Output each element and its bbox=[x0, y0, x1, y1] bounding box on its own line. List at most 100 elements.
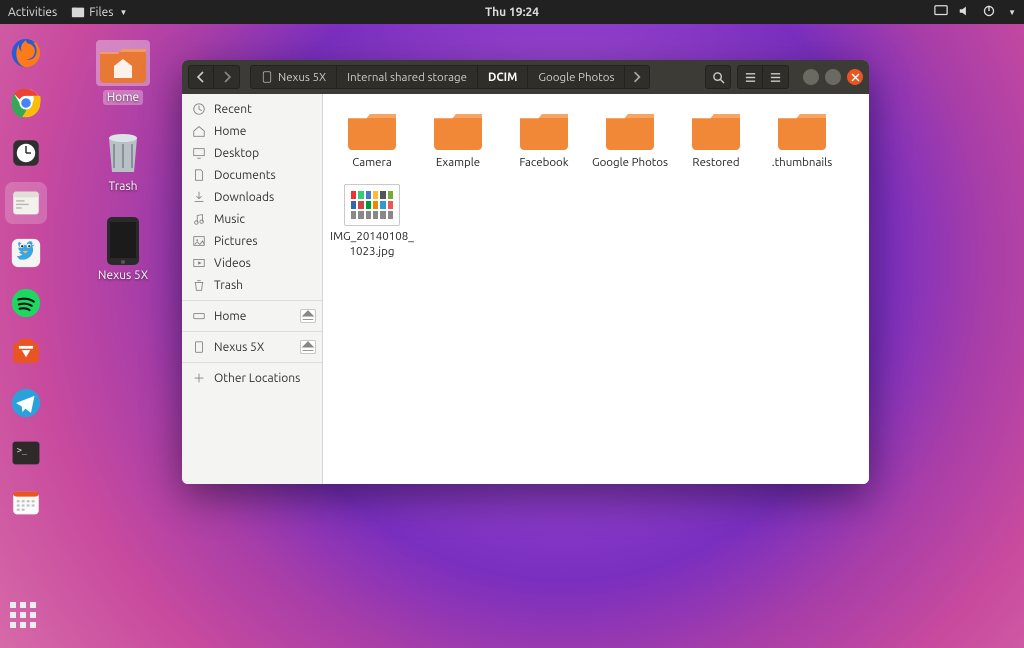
folder-icon bbox=[345, 108, 399, 152]
item-label: Facebook bbox=[519, 156, 568, 170]
folder-item[interactable]: Camera bbox=[329, 104, 415, 180]
search-icon bbox=[712, 71, 725, 84]
crumb-nexus5x[interactable]: Nexus 5X bbox=[251, 65, 337, 89]
desktop-icon-nexus5x[interactable]: Nexus 5X bbox=[78, 218, 168, 283]
dock-telegram[interactable] bbox=[5, 382, 47, 424]
folder-item[interactable]: Restored bbox=[673, 104, 759, 180]
sidebar-item-music[interactable]: Music bbox=[182, 208, 322, 230]
window-close[interactable] bbox=[847, 69, 863, 85]
files-icon bbox=[71, 5, 85, 19]
sidebar-item-label: Nexus 5X bbox=[214, 341, 264, 354]
sidebar-item-label: Home bbox=[214, 125, 246, 138]
forward-button[interactable] bbox=[214, 65, 240, 89]
app-menu[interactable]: Files ▼ bbox=[71, 5, 127, 19]
sidebar-item-nexus5x[interactable]: Nexus 5X bbox=[182, 336, 322, 358]
desktop-icon-trash[interactable]: Trash bbox=[78, 129, 168, 194]
list-icon bbox=[744, 71, 757, 84]
top-bar: Activities Files ▼ Thu 19:24 ▼ bbox=[0, 0, 1024, 24]
sidebar-item-pictures[interactable]: Pictures bbox=[182, 230, 322, 252]
folder-icon bbox=[603, 108, 657, 152]
folder-icon bbox=[689, 108, 743, 152]
image-thumbnail bbox=[344, 184, 400, 226]
dock-firefox[interactable] bbox=[5, 32, 47, 74]
folder-item[interactable]: Facebook bbox=[501, 104, 587, 180]
item-label: IMG_20140108_1023.jpg bbox=[329, 230, 415, 259]
phone-icon bbox=[192, 340, 206, 354]
header-bar: Nexus 5X Internal shared storage DCIM Go… bbox=[182, 60, 869, 94]
sidebar-item-home[interactable]: Home bbox=[182, 120, 322, 142]
chevron-down-icon: ▼ bbox=[119, 8, 127, 17]
sidebar-item-documents[interactable]: Documents bbox=[182, 164, 322, 186]
sidebar-item-videos[interactable]: Videos bbox=[182, 252, 322, 274]
sidebar-item-recent[interactable]: Recent bbox=[182, 98, 322, 120]
item-label: Google Photos bbox=[592, 156, 668, 170]
search-button[interactable] bbox=[705, 65, 731, 89]
dock-corebird[interactable] bbox=[5, 232, 47, 274]
crumb-google-photos[interactable]: Google Photos bbox=[528, 65, 625, 89]
sidebar-item-label: Downloads bbox=[214, 191, 274, 204]
item-label: Camera bbox=[352, 156, 392, 170]
downloads-icon bbox=[192, 190, 206, 204]
desktop-icon-label: Nexus 5X bbox=[94, 268, 152, 283]
dock-spotify[interactable] bbox=[5, 282, 47, 324]
sidebar-item-label: Recent bbox=[214, 103, 252, 116]
eject-button[interactable] bbox=[300, 340, 316, 354]
icon-view[interactable]: Camera Example Facebook Google Photos Restor… bbox=[323, 94, 869, 484]
window-minimize[interactable] bbox=[803, 69, 819, 85]
sidebar: Recent Home Desktop Documents Downloads … bbox=[182, 94, 323, 484]
eject-icon bbox=[301, 309, 315, 323]
dock-software[interactable] bbox=[5, 332, 47, 374]
desktop-icon bbox=[192, 146, 206, 160]
dock-clock[interactable] bbox=[5, 132, 47, 174]
power-icon[interactable] bbox=[982, 4, 996, 21]
activities-button[interactable]: Activities bbox=[8, 6, 57, 19]
eject-button[interactable] bbox=[300, 309, 316, 323]
view-menu-button[interactable] bbox=[763, 65, 789, 89]
sidebar-item-home-drive[interactable]: Home bbox=[182, 305, 322, 327]
crumb-more[interactable] bbox=[625, 65, 649, 89]
dock: >_ bbox=[0, 24, 52, 648]
dock-terminal[interactable]: >_ bbox=[5, 432, 47, 474]
plus-icon bbox=[192, 371, 206, 385]
folder-item[interactable]: Google Photos bbox=[587, 104, 673, 180]
clock-icon bbox=[192, 102, 206, 116]
breadcrumb: Nexus 5X Internal shared storage DCIM Go… bbox=[250, 65, 650, 89]
sidebar-item-label: Other Locations bbox=[214, 372, 300, 385]
dock-chrome[interactable] bbox=[5, 82, 47, 124]
sidebar-item-label: Trash bbox=[214, 279, 243, 292]
desktop-icon-home[interactable]: Home bbox=[78, 40, 168, 105]
view-list-button[interactable] bbox=[737, 65, 763, 89]
sidebar-item-trash[interactable]: Trash bbox=[182, 274, 322, 296]
crumb-label: Internal shared storage bbox=[347, 71, 467, 84]
crumb-label: Nexus 5X bbox=[278, 71, 326, 84]
menu-icon bbox=[769, 71, 782, 84]
sidebar-item-label: Music bbox=[214, 213, 245, 226]
clock[interactable]: Thu 19:24 bbox=[485, 6, 539, 19]
sidebar-item-label: Desktop bbox=[214, 147, 259, 160]
volume-icon[interactable] bbox=[958, 4, 972, 21]
back-button[interactable] bbox=[188, 65, 214, 89]
dock-calendar[interactable] bbox=[5, 482, 47, 524]
crumb-label: Google Photos bbox=[538, 71, 614, 84]
crumb-dcim[interactable]: DCIM bbox=[478, 65, 528, 89]
crumb-internal[interactable]: Internal shared storage bbox=[337, 65, 478, 89]
folder-item[interactable]: Example bbox=[415, 104, 501, 180]
file-item[interactable]: IMG_20140108_1023.jpg bbox=[329, 180, 415, 269]
desktop-icon-label: Trash bbox=[104, 179, 141, 194]
sidebar-item-label: Home bbox=[214, 310, 246, 323]
show-apps-button[interactable] bbox=[10, 602, 44, 636]
window-maximize[interactable] bbox=[825, 69, 841, 85]
screen-icon[interactable] bbox=[934, 4, 948, 21]
phone-icon bbox=[261, 71, 273, 83]
eject-icon bbox=[301, 340, 315, 354]
chevron-right-icon bbox=[631, 71, 643, 83]
close-icon bbox=[851, 73, 860, 82]
trash-icon bbox=[192, 278, 206, 292]
folder-icon bbox=[431, 108, 485, 152]
home-icon bbox=[192, 124, 206, 138]
sidebar-item-desktop[interactable]: Desktop bbox=[182, 142, 322, 164]
sidebar-item-downloads[interactable]: Downloads bbox=[182, 186, 322, 208]
folder-item[interactable]: .thumbnails bbox=[759, 104, 845, 180]
dock-files[interactable] bbox=[5, 182, 47, 224]
sidebar-item-other-locations[interactable]: Other Locations bbox=[182, 367, 322, 389]
